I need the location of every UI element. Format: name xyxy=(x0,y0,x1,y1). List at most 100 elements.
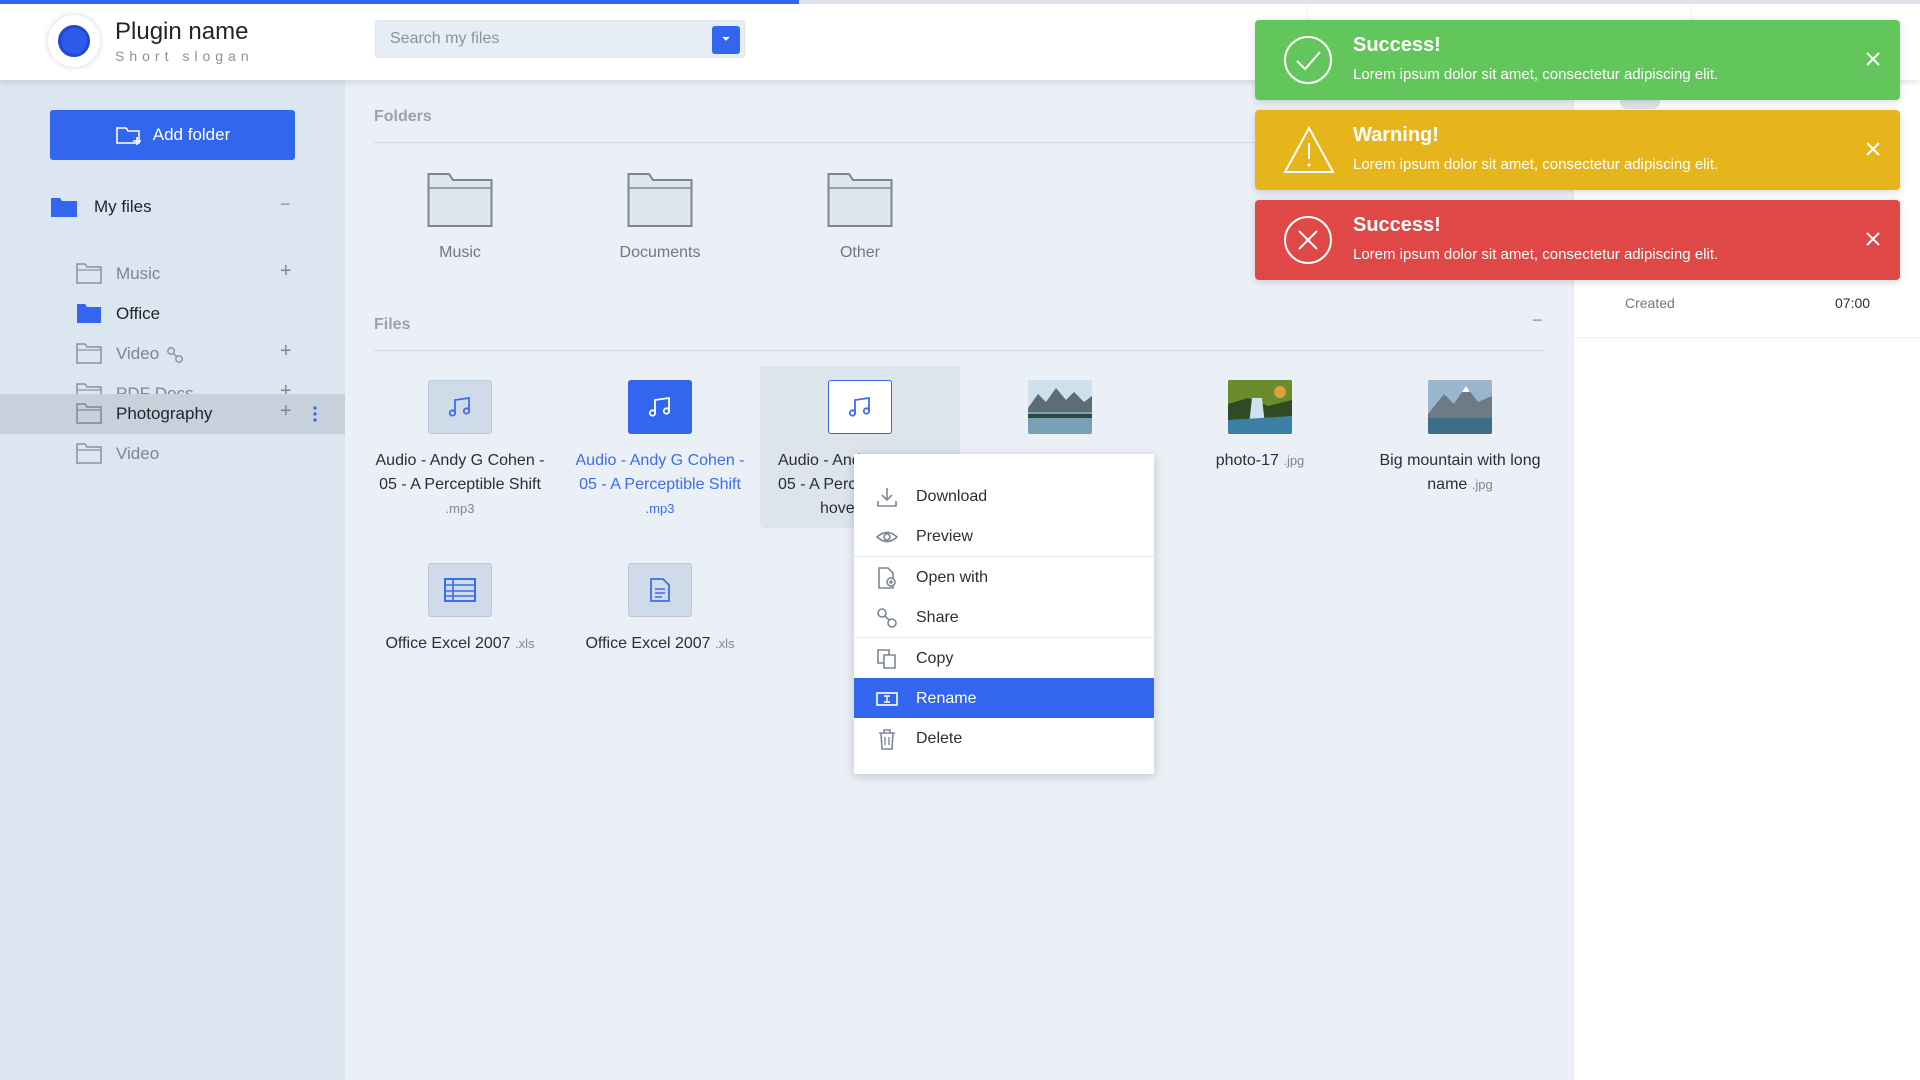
spreadsheet-icon xyxy=(444,578,476,602)
add-subfolder-icon[interactable]: + xyxy=(280,340,292,363)
file-thumbnail xyxy=(428,563,492,617)
file-name-line: 05 - A Perceptible Shift xyxy=(379,476,541,493)
close-icon[interactable] xyxy=(1865,51,1881,67)
menu-item-share[interactable]: Share xyxy=(854,597,1154,637)
menu-item-label: Preview xyxy=(916,528,973,545)
menu-item-label: Download xyxy=(916,488,988,505)
file-name: Office Excel 2007 .xls xyxy=(560,632,760,656)
file-name: Audio - Andy G Cohen - 05 - A Perceptible… xyxy=(560,449,760,521)
created-label: Created xyxy=(1625,295,1675,311)
sidebar-item-music[interactable]: Music + xyxy=(0,254,345,294)
toast-warning: Warning! Lorem ipsum dolor sit amet, con… xyxy=(1255,110,1900,190)
menu-item-rename[interactable]: Rename xyxy=(854,678,1154,718)
file-extension: .jpg xyxy=(1283,453,1305,468)
add-folder-button[interactable]: Add folder xyxy=(50,110,295,160)
mountain-photo-image xyxy=(1428,380,1492,434)
plugin-logo[interactable] xyxy=(48,15,100,67)
trash-icon xyxy=(879,729,895,750)
check-circle-icon xyxy=(1284,36,1332,84)
file-name: Office Excel 2007 .xls xyxy=(360,632,560,656)
sidebar-item-label: Music xyxy=(116,264,161,283)
file-name-line: Audio - Andy G Cohen - xyxy=(575,452,745,469)
folder-outline-icon xyxy=(76,443,102,464)
menu-item-preview[interactable]: Preview xyxy=(854,516,1154,556)
file-name-line: 05 - A Perceptible Shift xyxy=(579,476,741,493)
files-section-title: Files xyxy=(374,316,411,333)
tree-root-my-files[interactable]: My files − xyxy=(50,190,300,224)
folder-tile-label: Music xyxy=(439,244,481,261)
folder-tile-label: Documents xyxy=(619,244,701,261)
rename-icon xyxy=(876,692,898,706)
sidebar-item-label: Video xyxy=(116,344,160,363)
add-folder-label: Add folder xyxy=(152,125,231,144)
close-icon[interactable] xyxy=(1865,141,1881,157)
sidebar-item-office[interactable]: Office xyxy=(0,294,345,334)
folder-tile-documents[interactable]: Documents xyxy=(600,172,720,262)
file-name-line: photo-17 xyxy=(1215,452,1279,469)
folder-outline-icon xyxy=(76,263,102,284)
menu-item-label: Open with xyxy=(916,569,989,586)
menu-item-label: Copy xyxy=(916,650,954,667)
folder-outline-icon xyxy=(427,173,493,227)
sidebar-item-video[interactable]: Video + xyxy=(0,334,345,374)
folder-plus-icon xyxy=(115,127,141,145)
search-dropdown-button[interactable] xyxy=(712,26,740,54)
collapse-files-icon[interactable]: − xyxy=(1532,310,1543,331)
file-tile-photo-17[interactable]: photo-17 .jpg xyxy=(1160,366,1360,526)
menu-item-label: Delete xyxy=(916,730,963,747)
folder-tile-label: Other xyxy=(839,244,880,261)
search-input[interactable] xyxy=(376,21,706,57)
details-created-row: Created 07:00 xyxy=(1575,280,1920,338)
sidebar-item-video-2[interactable]: Video xyxy=(0,434,345,474)
folder-outline-icon xyxy=(627,173,693,227)
folder-outline-icon xyxy=(76,343,102,364)
add-subfolder-icon[interactable]: + xyxy=(280,400,292,423)
file-tile-excel-2[interactable]: Office Excel 2007 .xls xyxy=(560,549,760,709)
file-name-line: 05 - A Perc xyxy=(778,476,857,493)
menu-item-delete[interactable]: Delete xyxy=(854,718,1154,758)
file-thumbnail xyxy=(628,380,692,434)
sidebar-item-label: Office xyxy=(116,304,161,323)
photo-thumbnail xyxy=(1028,380,1092,434)
created-value: 07:00 xyxy=(1835,295,1871,311)
menu-item-copy[interactable]: Copy xyxy=(854,638,1154,678)
folder-filled-icon xyxy=(77,304,101,323)
folders-section-title: Folders xyxy=(374,108,432,125)
file-extension: .jpg xyxy=(1471,477,1493,492)
kebab-icon[interactable] xyxy=(313,406,317,422)
error-circle-icon xyxy=(1284,216,1332,264)
file-name-line: Audio - And xyxy=(778,452,861,469)
file-tile-excel[interactable]: Office Excel 2007 .xls xyxy=(360,549,560,709)
sidebar: Add folder My files − Music + Office Vid… xyxy=(0,80,345,1080)
collapse-icon[interactable]: − xyxy=(280,194,291,215)
document-icon xyxy=(650,578,670,602)
plugin-slogan: Short slogan xyxy=(115,48,254,64)
toast-title: Success! xyxy=(1353,34,1441,56)
file-tile-big-mountain[interactable]: Big mountain with long name .jpg xyxy=(1360,366,1560,526)
file-thumbnail xyxy=(828,380,892,434)
link-icon xyxy=(877,608,897,628)
file-name-line: Big mountain with long xyxy=(1379,452,1541,469)
file-name: photo-17 .jpg xyxy=(1160,449,1360,473)
file-extension: .xls xyxy=(715,636,735,651)
toast-error: Success! Lorem ipsum dolor sit amet, con… xyxy=(1255,200,1900,280)
close-icon[interactable] xyxy=(1865,231,1881,247)
folder-tile-music[interactable]: Music xyxy=(400,172,520,262)
photo-thumbnail xyxy=(1428,380,1492,434)
sidebar-item-photography[interactable]: Photography + xyxy=(0,394,345,434)
caret-down-icon xyxy=(722,36,730,41)
menu-item-open-with[interactable]: Open with xyxy=(854,557,1154,597)
search-box xyxy=(375,20,745,58)
file-tile[interactable]: Audio - Andy G Cohen - 05 - A Perceptible… xyxy=(360,366,560,526)
folder-filled-icon xyxy=(51,198,77,217)
section-divider xyxy=(374,350,1544,351)
menu-item-download[interactable]: Download xyxy=(854,476,1154,516)
add-subfolder-icon[interactable]: + xyxy=(280,260,292,283)
file-tile-selected[interactable]: Audio - Andy G Cohen - 05 - A Perceptible… xyxy=(560,366,760,526)
toast-message: Lorem ipsum dolor sit amet, consectetur … xyxy=(1353,156,1719,173)
folder-tile-other[interactable]: Other xyxy=(800,172,920,262)
music-note-icon xyxy=(448,396,471,417)
toast-success: Success! Lorem ipsum dolor sit amet, con… xyxy=(1255,20,1900,100)
file-thumbnail xyxy=(628,563,692,617)
file-name-line: Audio - Andy G Cohen - xyxy=(375,452,545,469)
